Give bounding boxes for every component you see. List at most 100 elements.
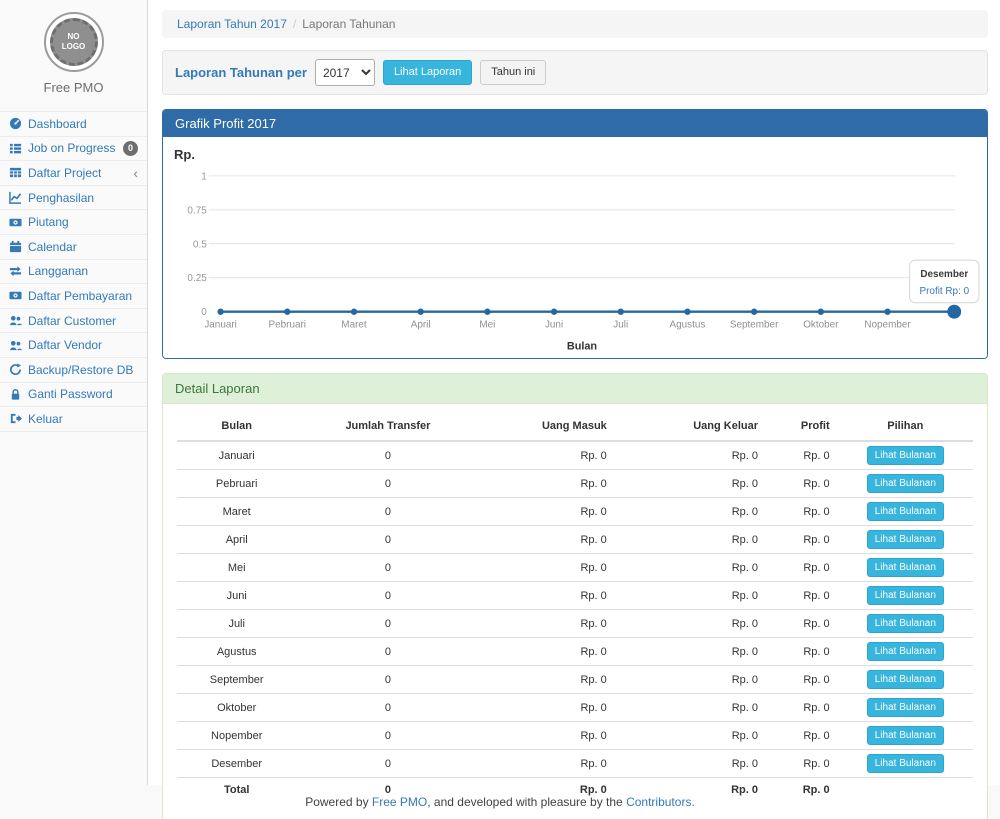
cell-uang-masuk: Rp. 0	[479, 470, 614, 498]
lihat-bulanan-button[interactable]: Lihat Bulanan	[867, 502, 944, 521]
sidebar-item-job-on-progress[interactable]: Job on Progress 0	[0, 137, 147, 162]
sidebar-item-daftar-vendor[interactable]: Daftar Vendor	[0, 333, 147, 358]
cell-jumlah-transfer: 0	[296, 694, 479, 722]
cell-pilihan: Lihat Bulanan	[838, 470, 973, 498]
cell-bulan: Agustus	[177, 638, 296, 666]
sidebar-item-daftar-project[interactable]: Daftar Project ‹	[0, 161, 147, 186]
line-chart-icon	[9, 191, 22, 204]
logo-seal: NO LOGO	[44, 12, 104, 72]
lihat-bulanan-button[interactable]: Lihat Bulanan	[867, 446, 944, 465]
sidebar-item-label: Langganan	[28, 264, 88, 278]
total-label: Total	[177, 778, 296, 802]
money-icon	[9, 216, 22, 229]
year-select[interactable]: 2017	[315, 59, 375, 86]
cell-pilihan: Lihat Bulanan	[838, 666, 973, 694]
footer-link-contributors[interactable]: Contributors.	[626, 795, 695, 809]
sidebar-item-daftar-customer[interactable]: Daftar Customer	[0, 309, 147, 334]
svg-text:April: April	[411, 320, 431, 331]
sidebar-item-dashboard[interactable]: Dashboard	[0, 112, 147, 137]
sidebar-item-daftar-pembayaran[interactable]: Daftar Pembayaran	[0, 284, 147, 309]
lihat-bulanan-button[interactable]: Lihat Bulanan	[867, 642, 944, 661]
cell-jumlah-transfer: 0	[296, 498, 479, 526]
lihat-bulanan-button[interactable]: Lihat Bulanan	[867, 558, 944, 577]
sidebar-item-ganti-password[interactable]: Ganti Password	[0, 383, 147, 408]
column-header-uang-masuk: Uang Masuk	[479, 412, 614, 441]
cell-bulan: Desember	[177, 750, 296, 778]
cell-uang-keluar: Rp. 0	[615, 694, 766, 722]
cell-pilihan: Lihat Bulanan	[838, 722, 973, 750]
sign-out-icon	[9, 412, 22, 425]
cell-jumlah-transfer: 0	[296, 554, 479, 582]
cell-pilihan: Lihat Bulanan	[838, 554, 973, 582]
lihat-bulanan-button[interactable]: Lihat Bulanan	[867, 698, 944, 717]
refresh-icon	[9, 363, 22, 376]
svg-text:1: 1	[201, 171, 207, 182]
sidebar-item-calendar[interactable]: Calendar	[0, 235, 147, 260]
cell-jumlah-transfer: 0	[296, 610, 479, 638]
cell-pilihan: Lihat Bulanan	[838, 441, 973, 470]
logo-block: NO LOGO Free PMO	[0, 0, 147, 105]
column-header-uang-keluar: Uang Keluar	[615, 412, 766, 441]
svg-text:Januari: Januari	[204, 320, 237, 331]
sidebar-item-label: Keluar	[28, 412, 63, 426]
cell-jumlah-transfer: 0	[296, 441, 479, 470]
table-row: Maret0Rp. 0Rp. 0Rp. 0Lihat Bulanan	[177, 498, 973, 526]
lihat-bulanan-button[interactable]: Lihat Bulanan	[867, 530, 944, 549]
sidebar-item-label: Daftar Customer	[28, 314, 116, 328]
sidebar-item-label: Daftar Pembayaran	[28, 289, 132, 303]
chevron-left-icon: ‹	[133, 168, 138, 178]
cell-uang-keluar: Rp. 0	[615, 441, 766, 470]
cell-uang-keluar: Rp. 0	[615, 750, 766, 778]
sidebar-item-backup-restore-db[interactable]: Backup/Restore DB	[0, 358, 147, 383]
table-row: Mei0Rp. 0Rp. 0Rp. 0Lihat Bulanan	[177, 554, 973, 582]
svg-text:0.5: 0.5	[193, 239, 207, 250]
sidebar-item-label: Penghasilan	[28, 191, 94, 205]
cell-jumlah-transfer: 0	[296, 666, 479, 694]
cell-pilihan: Lihat Bulanan	[838, 526, 973, 554]
sidebar-item-label: Backup/Restore DB	[28, 363, 133, 377]
column-header-pilihan: Pilihan	[838, 412, 973, 441]
cell-uang-masuk: Rp. 0	[479, 498, 614, 526]
breadcrumb-link-laporan-tahun[interactable]: Laporan Tahun 2017	[177, 17, 287, 31]
svg-text:Maret: Maret	[341, 320, 367, 331]
sidebar-item-piutang[interactable]: Piutang	[0, 210, 147, 235]
total-empty-cell	[838, 778, 973, 802]
table-row: Oktober0Rp. 0Rp. 0Rp. 0Lihat Bulanan	[177, 694, 973, 722]
detail-panel-body: Bulan Jumlah Transfer Uang Masuk Uang Ke…	[163, 404, 987, 819]
tahun-ini-button[interactable]: Tahun ini	[480, 60, 546, 85]
sidebar-item-keluar[interactable]: Keluar	[0, 407, 147, 432]
cell-uang-keluar: Rp. 0	[615, 610, 766, 638]
cell-bulan: Juli	[177, 610, 296, 638]
report-table: Bulan Jumlah Transfer Uang Masuk Uang Ke…	[177, 412, 973, 802]
footer-link-free-pmo[interactable]: Free PMO	[372, 795, 427, 809]
sidebar-item-langganan[interactable]: Langganan	[0, 260, 147, 285]
lihat-bulanan-button[interactable]: Lihat Bulanan	[867, 474, 944, 493]
cell-uang-masuk: Rp. 0	[479, 554, 614, 582]
lihat-laporan-button[interactable]: Lihat Laporan	[383, 60, 472, 85]
sidebar-item-label: Calendar	[28, 240, 77, 254]
cell-uang-keluar: Rp. 0	[615, 554, 766, 582]
cell-profit: Rp. 0	[766, 526, 838, 554]
lihat-bulanan-button[interactable]: Lihat Bulanan	[867, 670, 944, 689]
svg-text:Profit Rp: 0: Profit Rp: 0	[920, 286, 970, 297]
lihat-bulanan-button[interactable]: Lihat Bulanan	[867, 586, 944, 605]
breadcrumb-separator: /	[293, 17, 296, 31]
cell-uang-keluar: Rp. 0	[615, 722, 766, 750]
lihat-bulanan-button[interactable]: Lihat Bulanan	[867, 614, 944, 633]
svg-text:Mei: Mei	[479, 320, 495, 331]
job-count-badge: 0	[123, 141, 138, 156]
cell-bulan: Nopember	[177, 722, 296, 750]
cell-jumlah-transfer: 0	[296, 470, 479, 498]
sidebar-item-penghasilan[interactable]: Penghasilan	[0, 186, 147, 211]
toolbar-label: Laporan Tahunan per	[175, 65, 307, 80]
cell-jumlah-transfer: 0	[296, 750, 479, 778]
money-icon	[9, 289, 22, 302]
lihat-bulanan-button[interactable]: Lihat Bulanan	[867, 726, 944, 745]
table-row: Desember0Rp. 0Rp. 0Rp. 0Lihat Bulanan	[177, 750, 973, 778]
lihat-bulanan-button[interactable]: Lihat Bulanan	[867, 754, 944, 773]
sidebar-item-label: Daftar Project	[28, 166, 101, 180]
cell-pilihan: Lihat Bulanan	[838, 610, 973, 638]
profit-chart-panel: Grafik Profit 2017 Rp. 00.250.50.751Janu…	[162, 109, 988, 359]
cell-uang-keluar: Rp. 0	[615, 526, 766, 554]
chart-panel-title: Grafik Profit 2017	[163, 110, 987, 137]
